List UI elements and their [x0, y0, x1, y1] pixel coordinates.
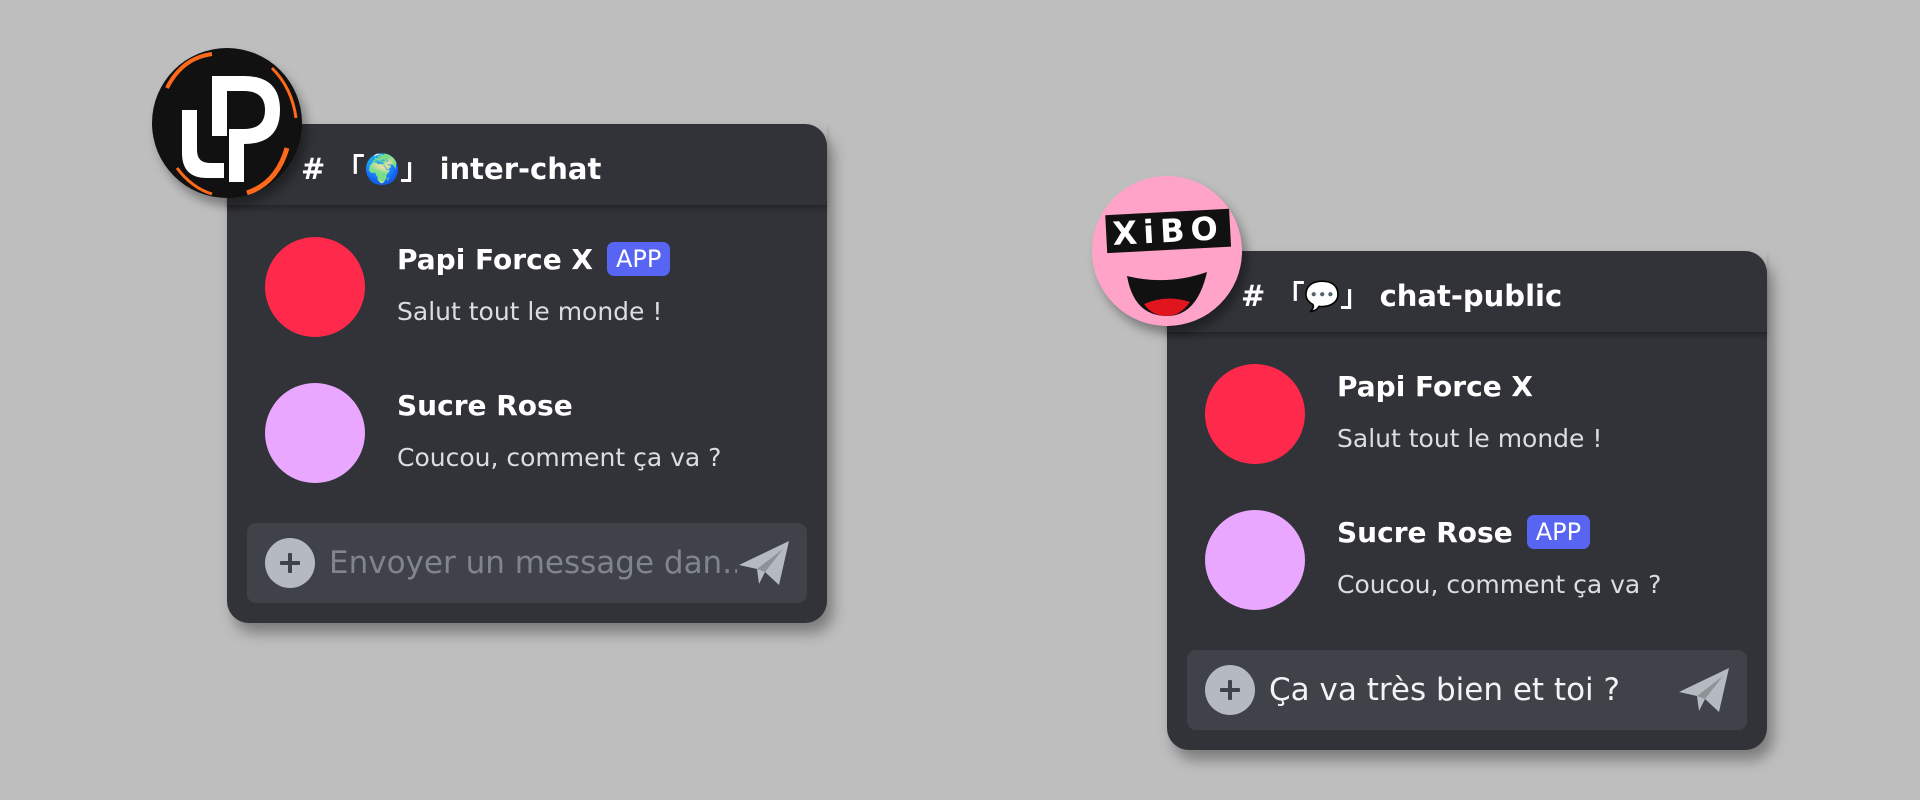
avatar[interactable] — [265, 237, 365, 337]
message-text: Coucou, comment ça va ? — [397, 443, 722, 472]
plus-icon — [1220, 680, 1240, 700]
send-icon — [1679, 668, 1729, 712]
send-button[interactable] — [1677, 665, 1731, 715]
jp-server-icon[interactable] — [152, 48, 302, 198]
message: Sucre Rose APP Coucou, comment ça va ? — [1205, 510, 1767, 656]
add-attachment-button[interactable] — [1205, 665, 1255, 715]
author-name[interactable]: Papi Force X — [1337, 370, 1533, 403]
left-chat-card: # 「🌍」 inter-chat Papi Force X APP Salut … — [227, 124, 827, 623]
message-composer: Envoyer un message dan... — [247, 523, 807, 603]
app-badge: APP — [607, 242, 671, 276]
avatar[interactable] — [1205, 364, 1305, 464]
message-list: Papi Force X Salut tout le monde ! Sucre… — [1167, 334, 1767, 656]
right-chat-card: # 「💬」 chat-public Papi Force X Salut tou… — [1167, 251, 1767, 750]
message-composer: Ça va très bien et toi ? — [1187, 650, 1747, 730]
message: Papi Force X APP Salut tout le monde ! — [265, 237, 827, 383]
message-text: Salut tout le monde ! — [1337, 424, 1603, 453]
author-name[interactable]: Sucre Rose — [397, 389, 573, 422]
channel-name: # 「💬」 chat-public — [1241, 278, 1563, 313]
send-icon — [739, 541, 789, 585]
avatar[interactable] — [265, 383, 365, 483]
message-input[interactable]: Ça va très bien et toi ? — [1269, 672, 1677, 708]
channel-name: # 「🌍」 inter-chat — [301, 151, 602, 186]
message: Papi Force X Salut tout le monde ! — [1205, 364, 1767, 510]
jp-logo-icon — [154, 50, 300, 196]
send-button[interactable] — [737, 538, 791, 588]
message-input[interactable]: Envoyer un message dan... — [329, 545, 737, 581]
plus-icon — [280, 553, 300, 573]
xibo-face-icon: XiBO — [1092, 176, 1242, 326]
message-text: Coucou, comment ça va ? — [1337, 570, 1662, 599]
channel-header: # 「💬」 chat-public — [1167, 251, 1767, 334]
app-badge: APP — [1526, 515, 1591, 549]
author-name[interactable]: Papi Force X — [397, 243, 593, 276]
add-attachment-button[interactable] — [265, 538, 315, 588]
message-text: Salut tout le monde ! — [397, 297, 663, 326]
svg-text:XiBO: XiBO — [1112, 209, 1225, 253]
avatar[interactable] — [1205, 510, 1305, 610]
message-list: Papi Force X APP Salut tout le monde ! S… — [227, 207, 827, 529]
message: Sucre Rose Coucou, comment ça va ? — [265, 383, 827, 529]
author-name[interactable]: Sucre Rose — [1337, 516, 1513, 549]
channel-header: # 「🌍」 inter-chat — [227, 124, 827, 207]
xibo-server-icon[interactable]: XiBO — [1092, 176, 1242, 326]
